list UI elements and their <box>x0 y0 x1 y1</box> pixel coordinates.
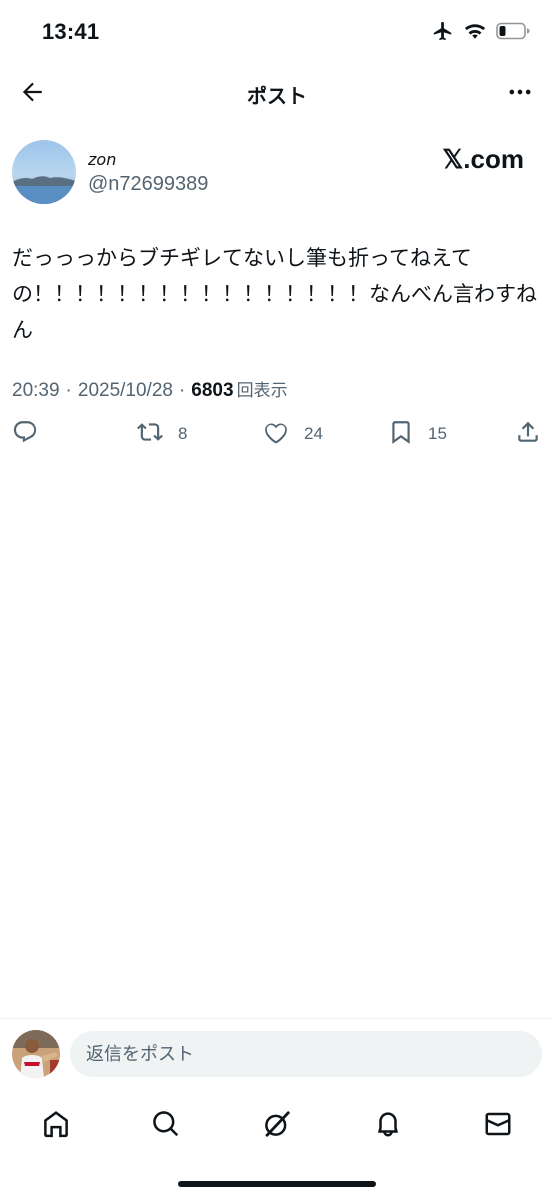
post-text: だっっっからブチギレてないし筆も折ってねえての！！！！！！！！！！！！！！！！な… <box>12 246 537 342</box>
post-time: 20:39 <box>12 380 60 401</box>
grok-icon <box>262 1109 292 1143</box>
reply-input[interactable] <box>70 1031 542 1077</box>
tab-home[interactable] <box>36 1106 76 1146</box>
bookmark-icon <box>388 419 414 449</box>
tab-search[interactable] <box>146 1106 186 1146</box>
wifi-icon <box>464 22 486 44</box>
tab-notifications[interactable] <box>368 1106 408 1146</box>
share-button[interactable] <box>515 419 541 449</box>
home-icon <box>41 1109 71 1143</box>
reply-button[interactable] <box>12 419 38 449</box>
bookmark-button[interactable]: 15 <box>388 419 447 449</box>
views-label: 回表示 <box>236 381 288 401</box>
author-avatar[interactable] <box>12 140 76 204</box>
x-com-logo: 𝕏.com <box>442 144 524 174</box>
more-button[interactable] <box>502 78 538 110</box>
status-icons <box>432 20 530 46</box>
tab-messages[interactable] <box>478 1106 518 1146</box>
like-button[interactable]: 24 <box>262 419 323 449</box>
author-handle[interactable]: @n72699389 <box>88 173 208 196</box>
repost-button[interactable]: 8 <box>136 419 187 449</box>
bookmark-count: 15 <box>428 424 447 443</box>
share-icon <box>515 419 541 449</box>
repost-count: 8 <box>178 424 188 443</box>
page-title: ポスト <box>247 84 307 108</box>
nav-header: ポスト <box>0 66 554 122</box>
repost-icon <box>136 419 164 449</box>
messages-icon <box>483 1109 513 1143</box>
battery-icon <box>496 22 530 44</box>
post-detail-screen: 13:41 ポスト zon @n72699389 𝕏.com だっっっからブチギ… <box>0 0 554 1200</box>
meta-separator: · <box>178 380 186 401</box>
status-time: 13:41 <box>42 19 100 44</box>
action-row: 8 24 15 <box>0 419 554 455</box>
current-user-avatar[interactable] <box>12 1030 60 1078</box>
more-horizontal-icon <box>506 78 534 110</box>
views-count[interactable]: 6803 <box>191 380 233 402</box>
heart-icon <box>262 419 290 449</box>
like-count: 24 <box>304 424 323 443</box>
home-indicator <box>178 1181 376 1187</box>
reply-divider <box>0 1018 554 1019</box>
status-bar: 13:41 <box>0 0 554 66</box>
post-date: 2025/10/28 <box>77 380 173 401</box>
reply-icon <box>12 419 38 449</box>
author-display-name[interactable]: zon <box>88 150 116 169</box>
post-meta: 20:39 · 2025/10/28 · 6803 回表示 <box>12 376 288 402</box>
meta-separator: · <box>65 380 72 401</box>
notifications-icon <box>373 1109 403 1143</box>
bottom-tab-bar <box>0 1100 554 1150</box>
search-icon <box>151 1109 181 1143</box>
tab-grok[interactable] <box>257 1106 297 1146</box>
airplane-icon <box>432 20 454 46</box>
